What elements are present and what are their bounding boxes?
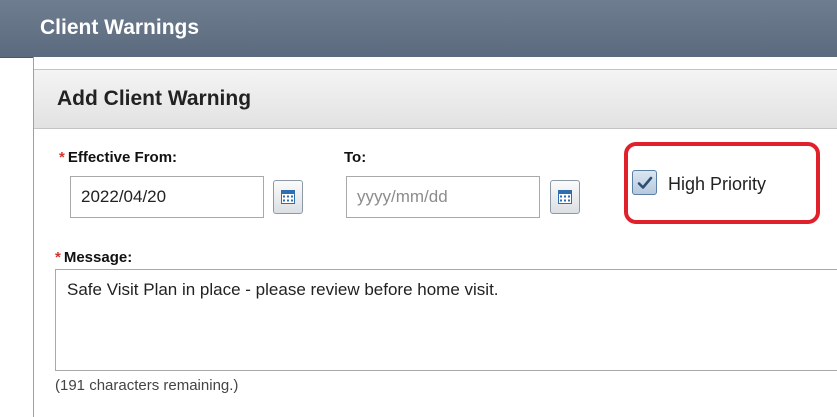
message-label-text: Message: <box>63 249 133 266</box>
highlight-annotation <box>624 142 820 224</box>
characters-remaining: (191 characters remaining.) <box>55 377 239 394</box>
panel-title: Add Client Warning <box>57 87 252 110</box>
window-title-bar: Client Warnings <box>0 0 837 58</box>
effective-from-label-text: Effective From: <box>67 149 178 166</box>
effective-from-input[interactable] <box>70 176 264 218</box>
required-marker: * <box>55 249 61 266</box>
to-date-calendar-button[interactable] <box>550 180 580 214</box>
to-label: To: <box>344 149 367 166</box>
to-date-input[interactable] <box>346 176 540 218</box>
effective-from-label: * Effective From: <box>59 149 177 166</box>
calendar-icon <box>281 190 295 204</box>
window-title: Client Warnings <box>40 16 200 39</box>
panel-header: Add Client Warning <box>34 69 837 129</box>
message-textarea[interactable]: Safe Visit Plan in place - please review… <box>55 269 837 371</box>
required-marker: * <box>59 149 65 166</box>
calendar-icon <box>558 190 572 204</box>
message-label: * Message: <box>55 249 132 266</box>
effective-from-calendar-button[interactable] <box>273 180 303 214</box>
